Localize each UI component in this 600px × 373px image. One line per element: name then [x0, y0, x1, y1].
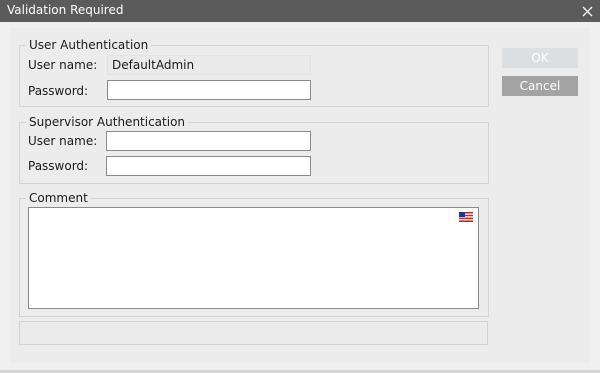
- close-icon: [582, 6, 592, 16]
- window-title: Validation Required: [7, 3, 124, 17]
- supervisor-password-label: Password:: [28, 159, 89, 173]
- supervisor-password-field[interactable]: [106, 156, 311, 176]
- password-field[interactable]: [107, 80, 311, 100]
- comment-legend: Comment: [26, 191, 91, 205]
- status-bar: [19, 321, 488, 345]
- ok-button[interactable]: OK: [502, 48, 578, 68]
- user-name-label: User name:: [28, 58, 98, 72]
- supervisor-user-name-label: User name:: [28, 134, 98, 148]
- supervisor-authentication-legend: Supervisor Authentication: [26, 115, 189, 129]
- user-authentication-legend: User Authentication: [26, 38, 152, 52]
- user-name-field: DefaultAdmin: [107, 55, 311, 75]
- us-flag-icon[interactable]: [459, 212, 473, 222]
- comment-textarea[interactable]: [28, 207, 479, 309]
- close-button[interactable]: [574, 0, 600, 22]
- title-bar: Validation Required: [0, 0, 600, 22]
- supervisor-user-name-field[interactable]: [106, 131, 311, 151]
- cancel-button[interactable]: Cancel: [502, 76, 578, 96]
- password-label: Password:: [28, 84, 89, 98]
